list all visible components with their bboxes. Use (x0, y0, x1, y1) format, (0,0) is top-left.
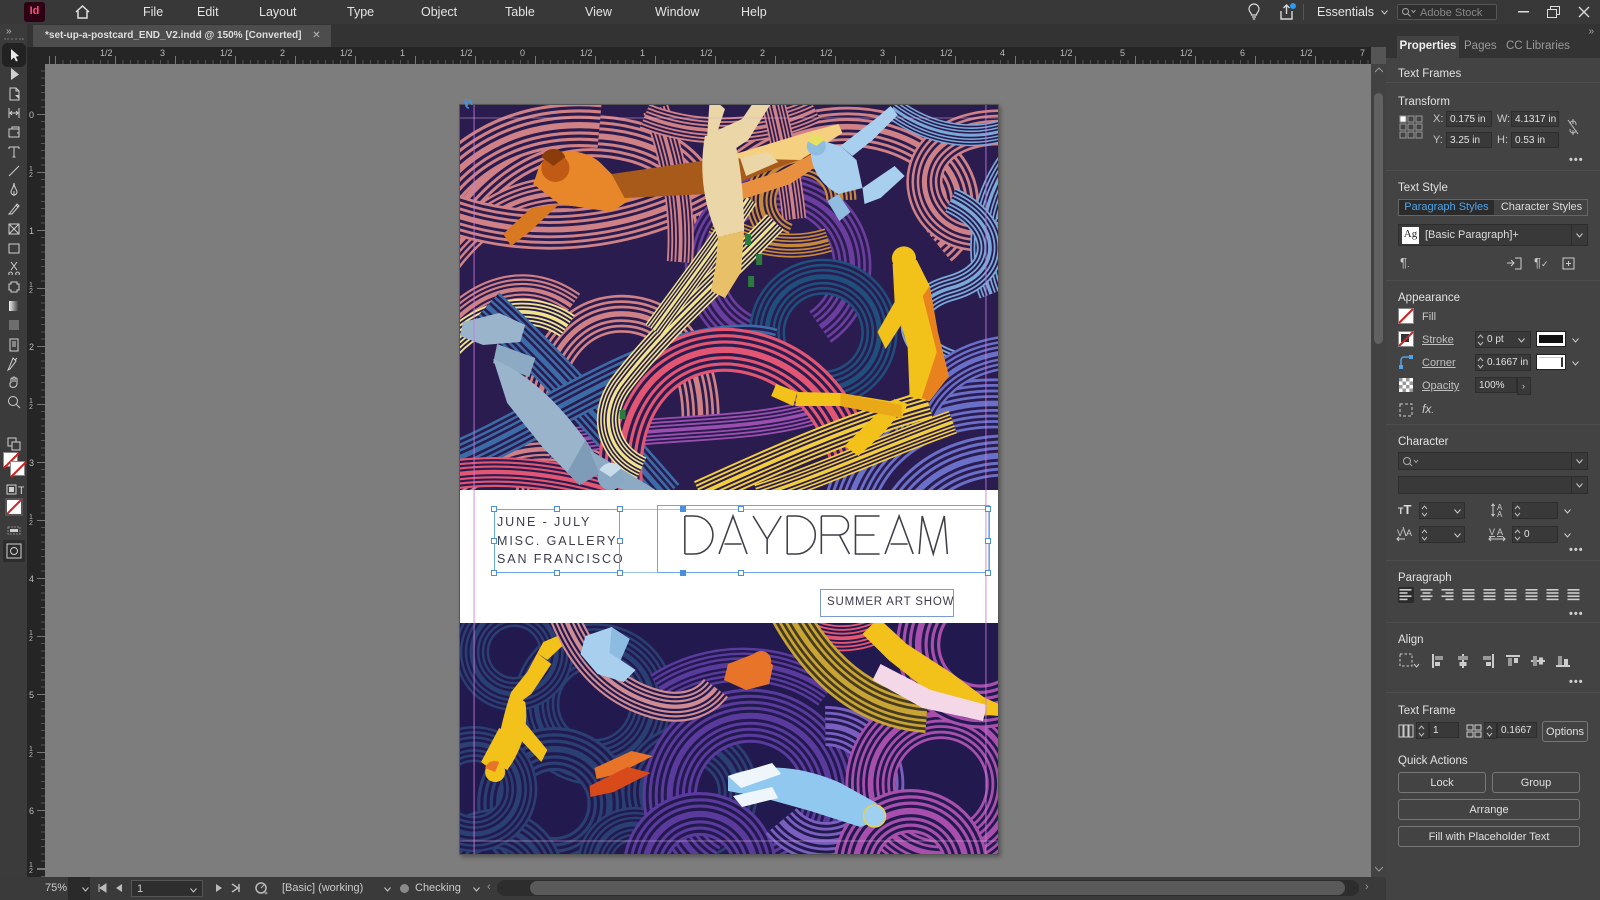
svg-text:T: T (18, 485, 24, 496)
svg-text:V: V (1489, 527, 1495, 537)
svg-text:V: V (1397, 528, 1403, 538)
svg-text:A: A (1406, 528, 1412, 538)
svg-text:A: A (1497, 527, 1503, 537)
svg-text:A: A (1497, 510, 1503, 518)
